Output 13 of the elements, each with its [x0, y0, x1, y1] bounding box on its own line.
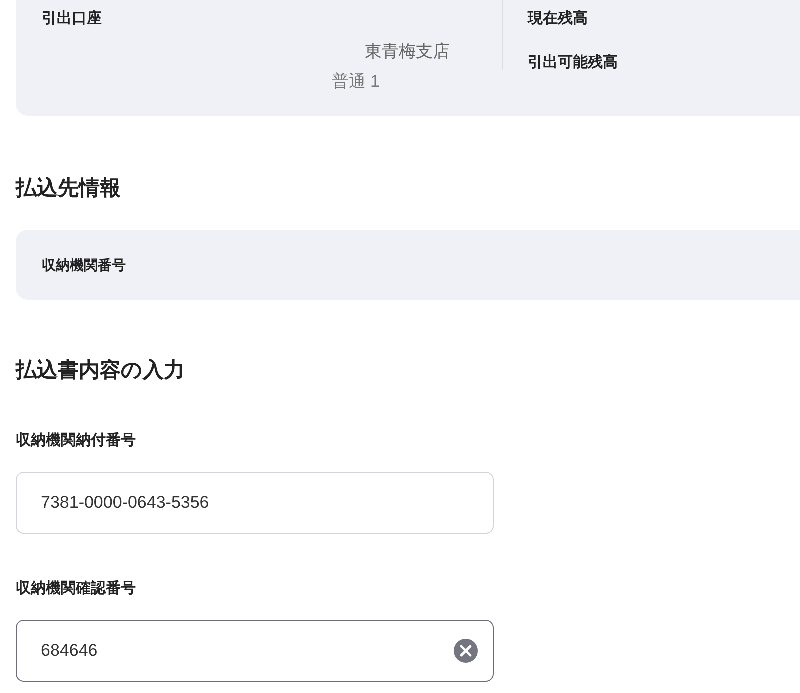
- field-label: 引出口座: [42, 9, 103, 29]
- input-field[interactable]: 684646: [16, 620, 494, 682]
- section-heading: 払込書内容の入力: [16, 358, 186, 384]
- field-label: 引出可能残高: [528, 53, 618, 73]
- field-label: 現在残高: [528, 9, 589, 29]
- section-heading: 払込先情報: [16, 176, 122, 202]
- account-type: 普通 1: [332, 71, 380, 93]
- input-field[interactable]: 7381-0000-0643-5356: [16, 472, 494, 534]
- field-label: 収納機関確認番号: [16, 579, 137, 599]
- field-label: 収納機関番号: [42, 256, 126, 274]
- branch-name: 東青梅支店: [365, 41, 450, 63]
- clear-icon[interactable]: [454, 639, 478, 663]
- field-label: 収納機関納付番号: [16, 431, 137, 451]
